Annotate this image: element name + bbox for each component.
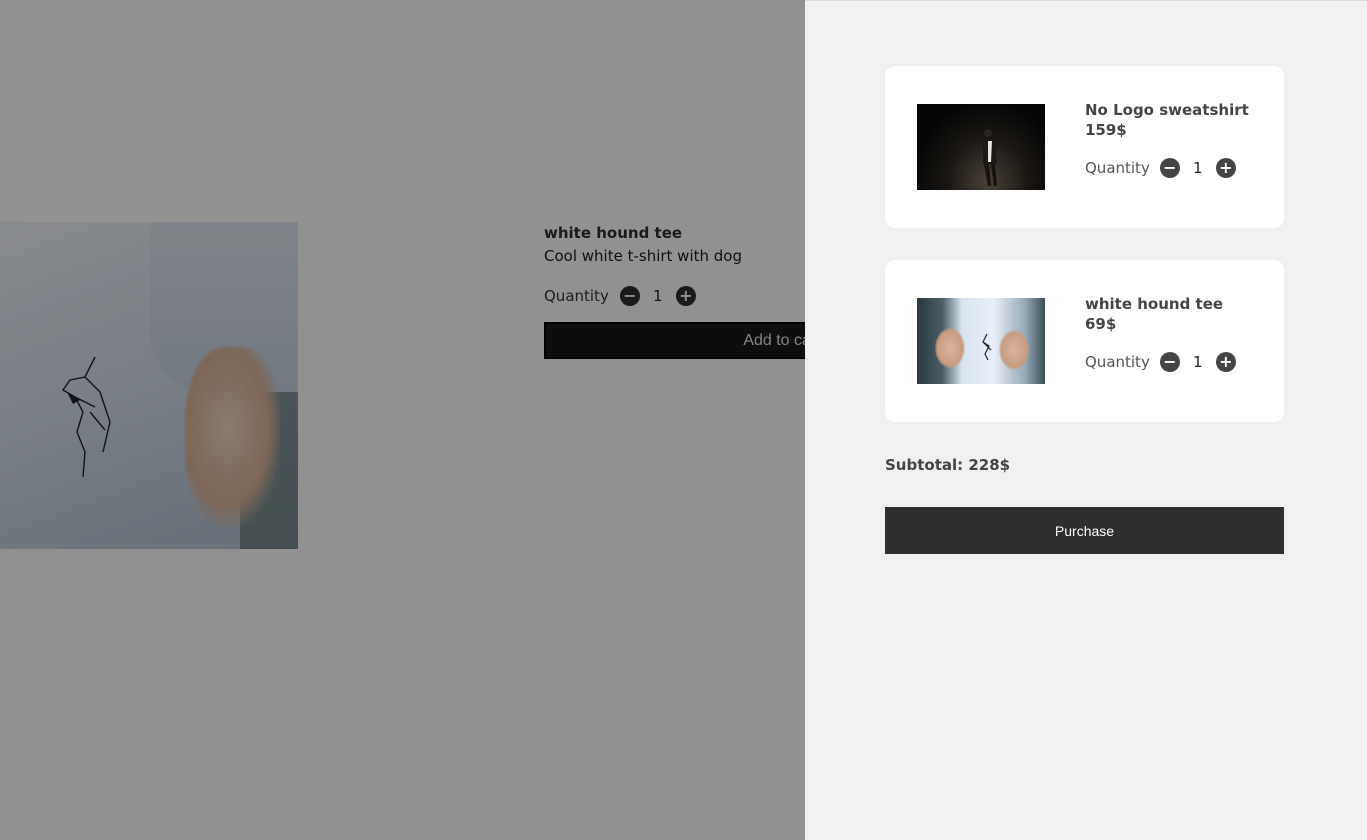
cart-item-name: white hound tee: [1085, 295, 1224, 313]
cart-item: white hound tee 69$ Quantity − 1 +: [885, 260, 1284, 422]
cart-item-price: 69$: [1085, 315, 1117, 333]
quantity-value: 1: [1193, 159, 1203, 177]
increase-quantity-button[interactable]: +: [1215, 158, 1236, 178]
purchase-button[interactable]: Purchase: [885, 507, 1284, 554]
quantity-value: 1: [1193, 353, 1203, 371]
cart-item-image: [917, 298, 1045, 384]
decrease-quantity-button[interactable]: −: [1159, 352, 1180, 372]
cart-item-price: 159$: [1085, 121, 1127, 139]
cart-item: No Logo sweatshirt 159$ Quantity − 1 +: [885, 66, 1284, 228]
cart-item-details: white hound tee 69$ Quantity − 1 +: [1085, 294, 1275, 374]
cart-subtotal: Subtotal: 228$: [885, 456, 1011, 474]
cart-item-name: No Logo sweatshirt: [1085, 101, 1249, 119]
quantity-label: Quantity: [1085, 353, 1150, 371]
decrease-quantity-button[interactable]: −: [1159, 158, 1180, 178]
quantity-label: Quantity: [1085, 159, 1150, 177]
dog-print-graphic: [982, 333, 992, 361]
person-figure-graphic: [983, 129, 997, 186]
cart-item-details: No Logo sweatshirt 159$ Quantity − 1 +: [1085, 100, 1275, 180]
cart-quantity-stepper: Quantity − 1 +: [1085, 350, 1275, 374]
cart-quantity-stepper: Quantity − 1 +: [1085, 156, 1275, 180]
cart-item-image: [917, 104, 1045, 190]
cart-drawer: No Logo sweatshirt 159$ Quantity − 1 + w…: [805, 0, 1367, 840]
increase-quantity-button[interactable]: +: [1215, 352, 1236, 372]
